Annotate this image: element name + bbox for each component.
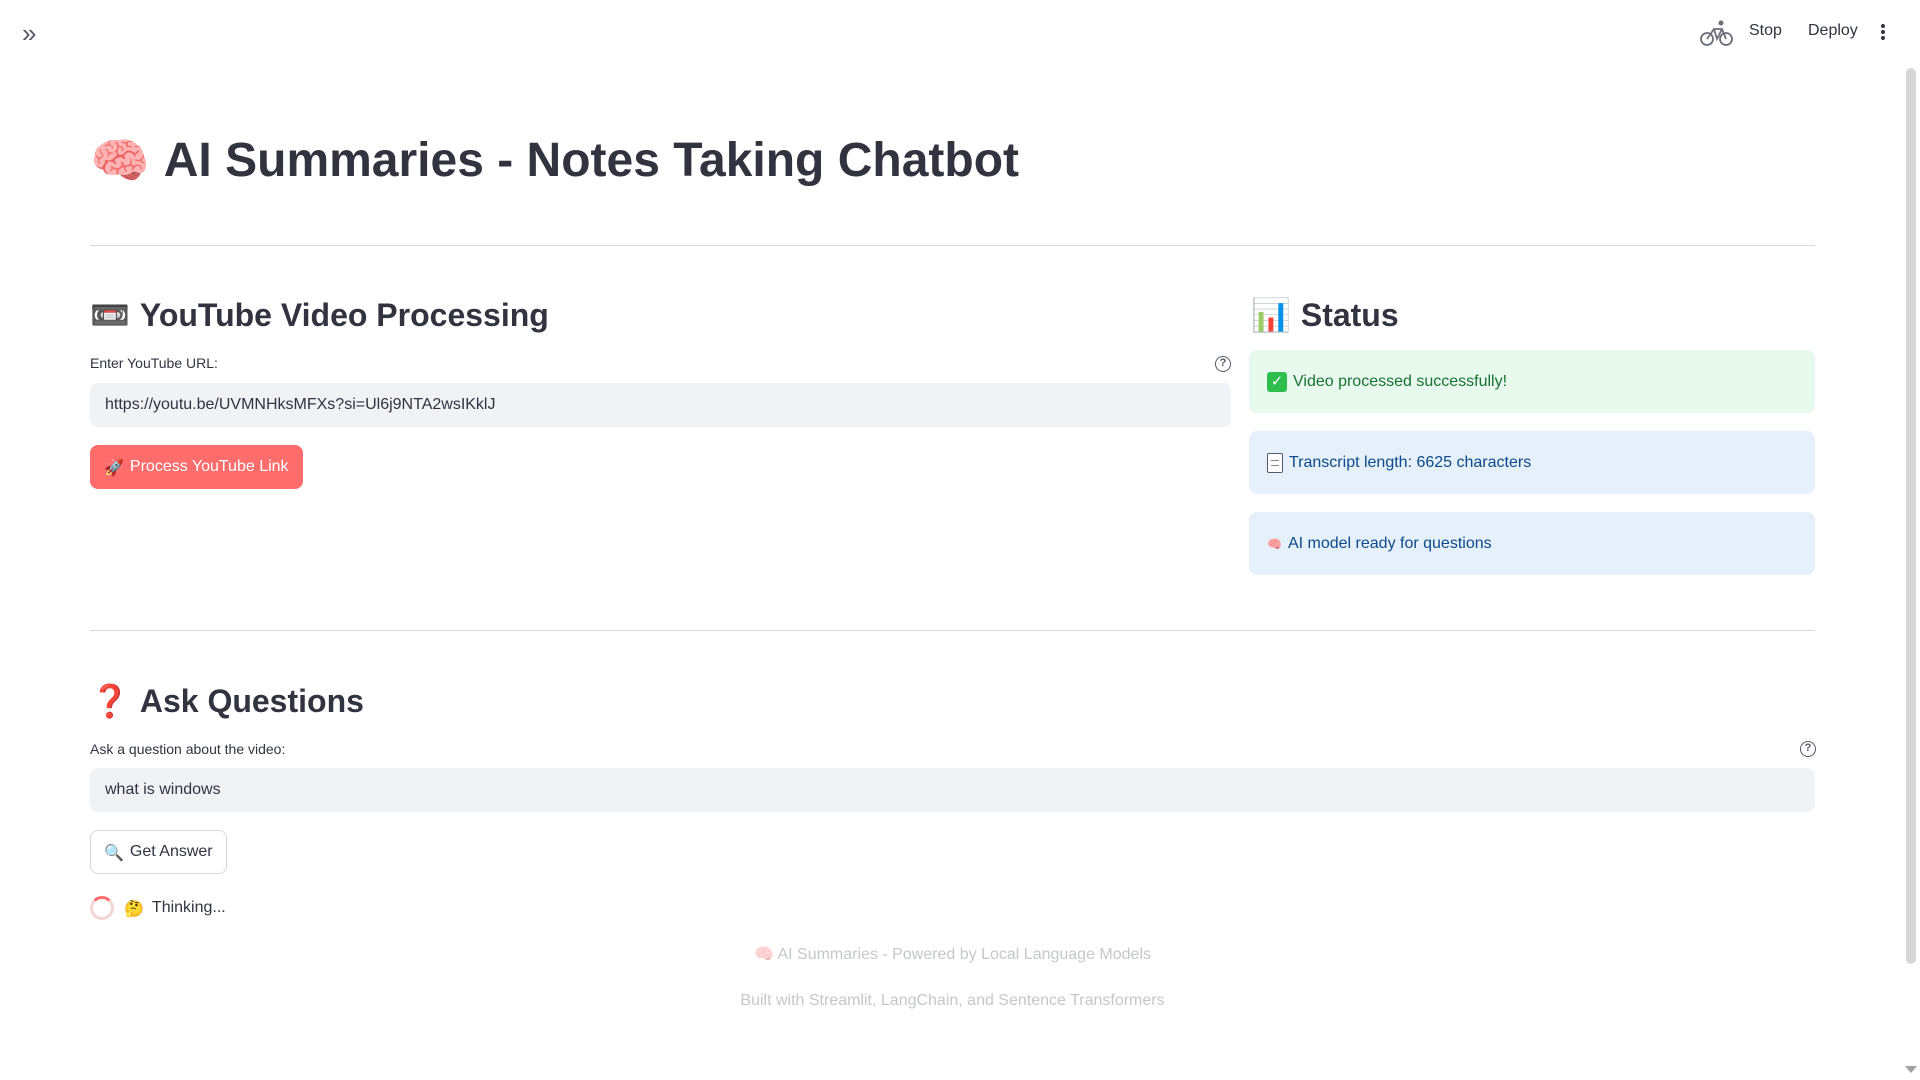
divider bbox=[90, 245, 1815, 246]
model-ready-text: AI model ready for questions bbox=[1287, 534, 1492, 552]
transcript-info-alert: Transcript length: 6625 characters bbox=[1249, 431, 1815, 494]
page-title: 🧠 AI Summaries - Notes Taking Chatbot bbox=[90, 128, 1019, 192]
deploy-button[interactable]: Deploy bbox=[1808, 22, 1858, 40]
video-section-heading-text: YouTube Video Processing bbox=[139, 296, 549, 333]
divider bbox=[90, 630, 1815, 631]
status-section-heading-text: Status bbox=[1300, 296, 1399, 333]
scrollbar[interactable] bbox=[1906, 68, 1916, 964]
questions-section-heading: ❓ Ask Questions bbox=[90, 680, 364, 722]
help-icon[interactable]: ? bbox=[1800, 741, 1816, 757]
page-title-text: AI Summaries - Notes Taking Chatbot bbox=[163, 133, 1019, 187]
footer-powered-by: 🧠 AI Summaries - Powered by Local Langua… bbox=[90, 944, 1815, 964]
get-answer-button[interactable]: 🔍 Get Answer bbox=[90, 830, 227, 874]
status-section-heading: 📊 Status bbox=[1251, 294, 1399, 336]
question-mark-icon: ❓ bbox=[90, 682, 130, 720]
video-section-heading: 📼 YouTube Video Processing bbox=[90, 294, 549, 336]
help-icon[interactable]: ? bbox=[1215, 356, 1231, 372]
get-answer-button-label: Get Answer bbox=[129, 843, 213, 860]
thinking-status: 🤔 Thinking... bbox=[124, 896, 226, 920]
url-field-label: Enter YouTube URL: bbox=[90, 355, 218, 371]
videocassette-icon: 📼 bbox=[90, 296, 130, 334]
loading-spinner bbox=[90, 896, 114, 920]
magnifying-glass-icon: 🔍 bbox=[104, 842, 124, 862]
footer-powered-by-text: AI Summaries - Powered by Local Language… bbox=[777, 946, 1151, 963]
process-youtube-button-label: Process YouTube Link bbox=[129, 458, 289, 475]
question-field-label: Ask a question about the video: bbox=[90, 741, 286, 757]
scroll-down-arrow-icon[interactable] bbox=[1905, 1066, 1917, 1073]
kebab-menu-icon[interactable] bbox=[1876, 22, 1890, 46]
document-icon bbox=[1267, 452, 1283, 473]
thinking-status-text: Thinking... bbox=[151, 899, 226, 916]
brain-icon: 🧠 bbox=[90, 132, 150, 189]
brain-icon: 🧠 bbox=[753, 944, 774, 963]
process-youtube-button[interactable]: 🚀 Process YouTube Link bbox=[90, 445, 303, 489]
success-alert: ✓ Video processed successfully! bbox=[1249, 350, 1815, 413]
youtube-url-input[interactable]: https://youtu.be/UVMNHksMFXs?si=Ul6j9NTA… bbox=[90, 383, 1231, 427]
transcript-info-text: Transcript length: 6625 characters bbox=[1289, 453, 1532, 471]
brain-icon: 🧠 bbox=[1267, 536, 1282, 551]
success-alert-text: Video processed successfully! bbox=[1293, 372, 1508, 390]
chevron-double-right-icon[interactable]: » bbox=[22, 20, 50, 46]
thinking-face-icon: 🤔 bbox=[124, 898, 144, 918]
rocket-icon: 🚀 bbox=[104, 457, 124, 477]
bar-chart-icon: 📊 bbox=[1251, 296, 1291, 334]
stop-button[interactable]: Stop bbox=[1749, 22, 1782, 40]
model-ready-alert: 🧠 AI model ready for questions bbox=[1249, 512, 1815, 575]
top-toolbar: » Stop Deploy bbox=[0, 0, 1920, 68]
footer-built-with: Built with Streamlit, LangChain, and Sen… bbox=[740, 992, 1165, 1009]
check-mark-icon: ✓ bbox=[1267, 371, 1287, 392]
questions-section-heading-text: Ask Questions bbox=[139, 682, 364, 719]
bicycle-icon bbox=[1700, 20, 1733, 46]
question-input[interactable]: what is windows bbox=[90, 768, 1815, 812]
